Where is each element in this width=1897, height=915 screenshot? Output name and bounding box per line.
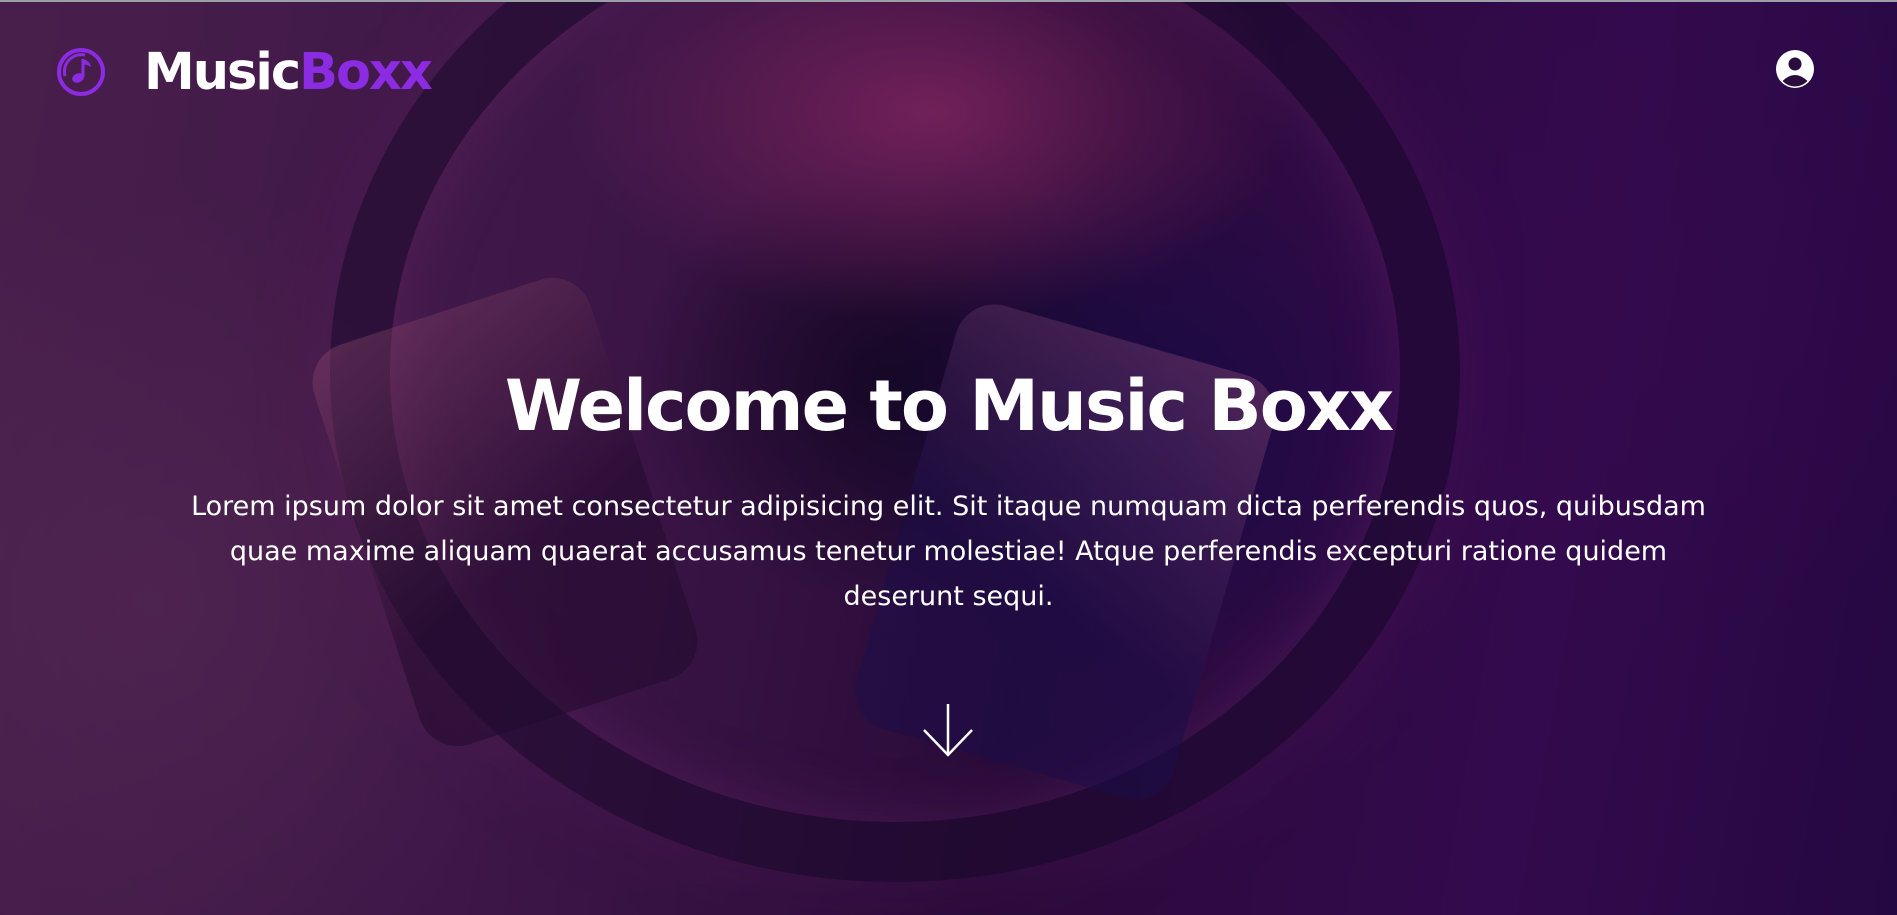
brand-name: MusicBoxx [144, 47, 433, 98]
account-button[interactable] [1775, 49, 1815, 89]
hero-title: Welcome to Music Boxx [504, 365, 1394, 447]
brand-name-secondary: Boxx [299, 42, 433, 102]
background-overlay [0, 2, 1897, 915]
logo-link[interactable]: MusicBoxx [55, 46, 433, 98]
hero-description: Lorem ipsum dolor sit amet consectetur a… [191, 491, 1706, 612]
scroll-down-button[interactable] [922, 702, 974, 758]
hero-section: MusicBoxx Welcome to Music Boxx Lorem ip… [0, 0, 1897, 915]
brand-name-primary: Music [144, 42, 301, 102]
music-note-disc-icon [57, 48, 105, 96]
arrow-down-icon [923, 704, 973, 757]
user-circle-icon [1776, 50, 1814, 88]
